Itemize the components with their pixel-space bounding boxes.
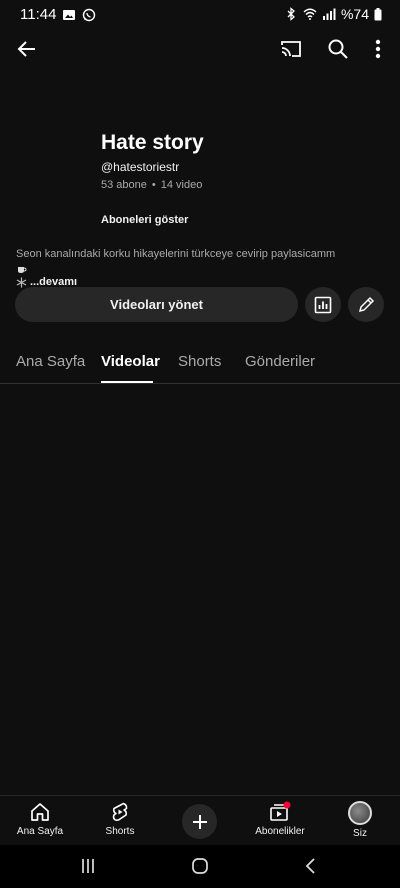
video-count: 14 video (160, 179, 203, 191)
notification-dot (283, 801, 291, 809)
nav-you[interactable]: Siz (325, 801, 395, 839)
nav-home[interactable]: Ana Sayfa (5, 801, 75, 837)
plus-icon (192, 814, 207, 829)
channel-title: Hate story (101, 131, 204, 154)
shorts-icon (112, 802, 128, 821)
pencil-icon (358, 296, 375, 312)
search-icon (328, 39, 348, 59)
more-vert-icon (375, 39, 381, 59)
cast-button[interactable] (278, 36, 304, 62)
bottom-navigation: Ana Sayfa Shorts Abonelikler Siz (0, 795, 400, 845)
back-system-button[interactable] (299, 855, 323, 877)
recent-apps-button[interactable] (76, 855, 100, 877)
status-time: 11:44 (20, 6, 57, 23)
back-chevron-icon (305, 858, 315, 874)
gallery-icon (63, 10, 75, 20)
status-notification-icons (62, 8, 96, 22)
analytics-button[interactable] (305, 287, 341, 322)
cast-icon (281, 41, 301, 57)
manage-videos-button[interactable]: Videoları yönet (15, 287, 298, 322)
nav-you-label: Siz (353, 828, 367, 839)
bluetooth-icon (287, 7, 295, 21)
search-button[interactable] (325, 36, 351, 62)
subscriber-count: 53 abone (101, 179, 147, 191)
show-subscribers-link[interactable]: Aboneleri göster (101, 214, 188, 226)
channel-stats: 53 abone • 14 video (101, 179, 202, 191)
home-circle-icon (192, 858, 208, 874)
home-system-button[interactable] (188, 855, 212, 877)
stats-separator: • (151, 179, 156, 191)
active-tab-indicator (101, 381, 153, 383)
channel-handle: @hatestoriestr (101, 160, 180, 174)
channel-description[interactable]: Seon kanalındaki korku hikayelerini türk… (16, 247, 346, 289)
nav-subscriptions-label: Abonelikler (255, 826, 305, 837)
status-system-icons: %74 (284, 6, 382, 22)
recent-apps-icon (82, 859, 94, 873)
subscriptions-icon (270, 801, 291, 821)
more-options-button[interactable] (365, 36, 391, 62)
snowflake-emoji-icon (16, 277, 27, 287)
create-button[interactable] (182, 804, 217, 839)
status-bar: 11:44 %74 (0, 0, 400, 32)
whatsapp-icon (82, 8, 96, 22)
avatar (348, 801, 372, 825)
description-text: Seon kanalındaki korku hikayelerini türk… (16, 248, 336, 260)
tab-videos[interactable]: Videolar (101, 353, 160, 370)
nav-shorts[interactable]: Shorts (85, 801, 155, 837)
coffee-emoji-icon (18, 266, 27, 273)
battery-percent: %74 (340, 6, 369, 22)
tab-home[interactable]: Ana Sayfa (16, 353, 85, 370)
nav-home-label: Ana Sayfa (16, 826, 64, 837)
nav-shorts-label: Shorts (105, 826, 135, 837)
wifi-icon (303, 8, 317, 20)
system-navigation-bar (0, 845, 400, 888)
back-arrow-icon (17, 41, 35, 57)
back-button[interactable] (14, 36, 40, 62)
top-app-bar (0, 32, 400, 66)
analytics-icon (314, 296, 332, 313)
channel-tabs: Ana Sayfa Videolar Shorts Gönderiler (0, 343, 400, 384)
tab-shorts[interactable]: Shorts (178, 353, 221, 370)
battery-icon (374, 7, 382, 20)
tab-posts[interactable]: Gönderiler (245, 353, 315, 370)
signal-icon (322, 8, 336, 20)
home-icon (31, 803, 49, 821)
nav-subscriptions[interactable]: Abonelikler (245, 801, 315, 837)
edit-channel-button[interactable] (348, 287, 384, 322)
